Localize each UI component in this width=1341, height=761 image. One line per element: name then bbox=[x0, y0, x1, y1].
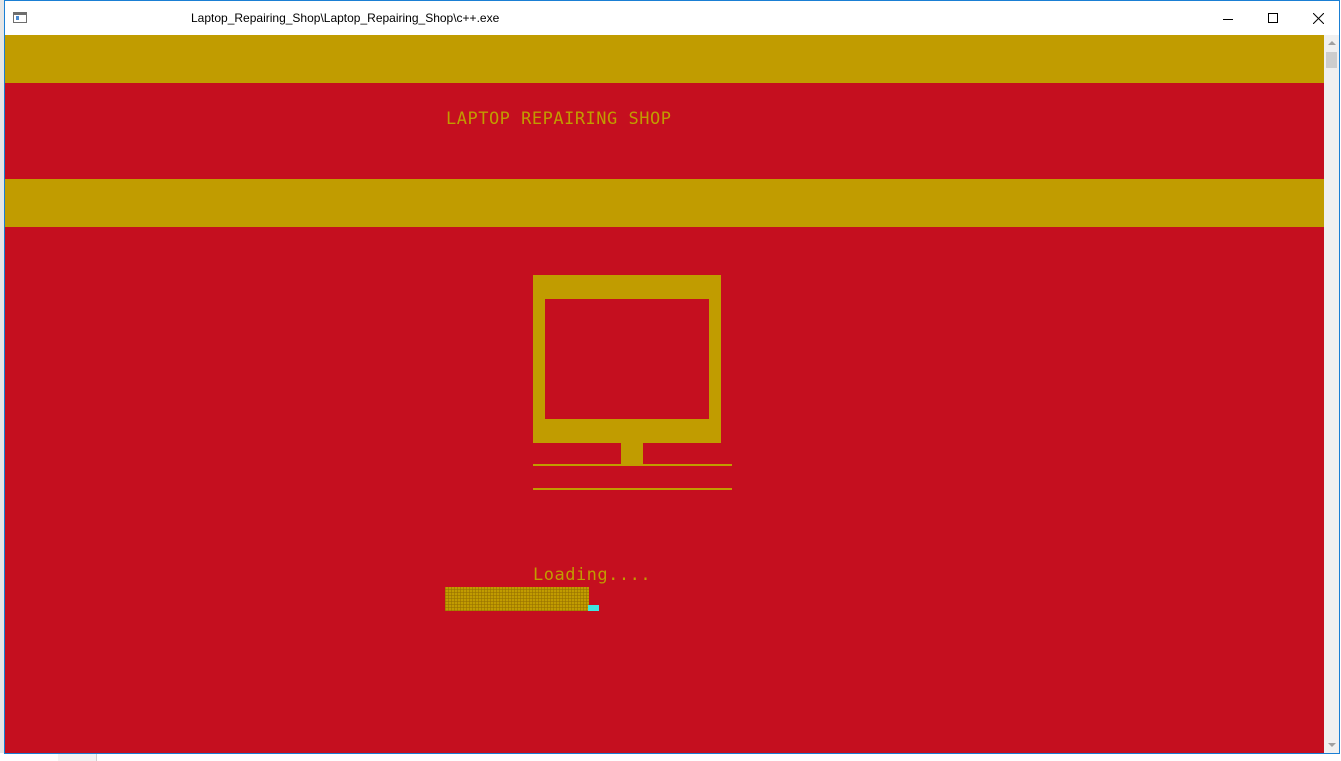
ide-editor-edge bbox=[0, 753, 1341, 761]
header-band-bottom bbox=[5, 179, 1324, 227]
loading-progress-bar bbox=[445, 587, 600, 611]
window-title: Laptop_Repairing_Shop\Laptop_Repairing_S… bbox=[191, 11, 500, 25]
close-button[interactable] bbox=[1295, 1, 1341, 35]
monitor-base-line bbox=[533, 488, 732, 490]
close-icon bbox=[1313, 13, 1324, 24]
minimize-button[interactable] bbox=[1205, 1, 1251, 35]
shop-title: LAPTOP REPAIRING SHOP bbox=[446, 109, 672, 129]
monitor-screen bbox=[545, 299, 709, 419]
header-band-top bbox=[5, 35, 1324, 83]
console-output: LAPTOP REPAIRING SHOP Loading.... bbox=[5, 35, 1324, 753]
title-bar[interactable]: Laptop_Repairing_Shop\Laptop_Repairing_S… bbox=[5, 1, 1339, 35]
console-window: Laptop_Repairing_Shop\Laptop_Repairing_S… bbox=[4, 0, 1340, 754]
text-cursor bbox=[588, 605, 599, 611]
loading-label: Loading.... bbox=[533, 565, 652, 585]
scroll-thumb[interactable] bbox=[1326, 52, 1337, 68]
monitor-icon bbox=[533, 275, 721, 443]
monitor-neck bbox=[621, 443, 643, 466]
vertical-scrollbar[interactable] bbox=[1324, 35, 1339, 753]
scroll-down-icon[interactable] bbox=[1324, 737, 1339, 753]
scroll-up-icon[interactable] bbox=[1324, 35, 1339, 51]
loading-progress-fill bbox=[445, 587, 589, 611]
ide-line-gutter bbox=[58, 753, 97, 761]
maximize-button[interactable] bbox=[1250, 1, 1296, 35]
monitor-stand-line bbox=[533, 464, 732, 466]
console-app-icon[interactable] bbox=[13, 12, 27, 23]
